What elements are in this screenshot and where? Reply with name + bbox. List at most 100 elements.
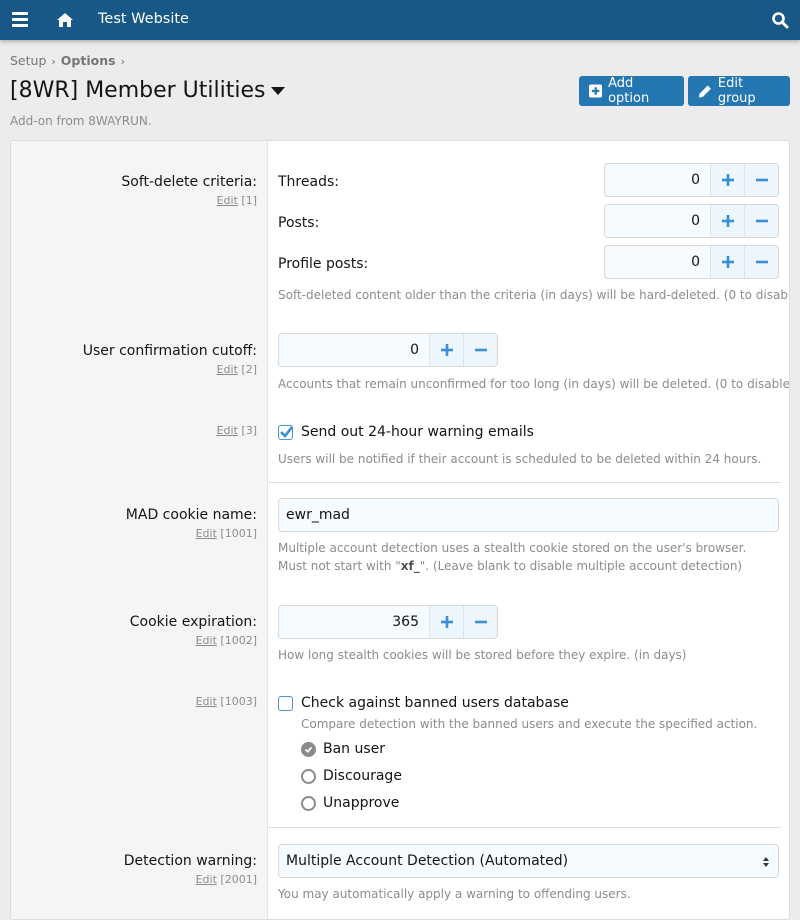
radio-ban-user[interactable]: Ban user <box>301 741 385 757</box>
minus-icon <box>755 260 768 264</box>
search-icon[interactable] <box>771 11 789 29</box>
posts-label: Posts: <box>278 215 320 231</box>
user-confirmation-stepper[interactable]: 0 <box>278 333 498 367</box>
warning-emails-checkbox-row[interactable]: Send out 24-hour warning emails <box>278 424 534 440</box>
plus-icon <box>440 616 453 628</box>
decrement-button[interactable] <box>744 205 778 237</box>
selected-value: Multiple Account Detection (Automated) <box>286 853 569 869</box>
user-confirmation-cutoff-label: User confirmation cutoff: <box>82 343 257 359</box>
display-order: [1003] <box>220 695 257 708</box>
minus-icon <box>474 620 487 624</box>
hint-bold: xf_ <box>400 559 420 573</box>
hint-line: Must not start with "xf_". (Leave blank … <box>278 557 746 575</box>
page-subtitle: Add-on from 8WAYRUN. <box>10 114 152 128</box>
display-order: [2001] <box>220 873 257 886</box>
plus-icon <box>721 174 734 186</box>
radio-discourage[interactable]: Discourage <box>301 768 402 784</box>
decrement-button[interactable] <box>463 334 497 366</box>
edit-link[interactable]: Edit <box>217 424 238 437</box>
caret-down-icon[interactable] <box>271 87 286 95</box>
warning-emails-edit: Edit [3] <box>217 424 257 437</box>
mad-cookie-name-hint: Multiple account detection uses a stealt… <box>278 539 746 575</box>
warning-emails-checkbox[interactable] <box>278 424 293 440</box>
minus-icon <box>474 348 487 352</box>
cookie-expiration-label: Cookie expiration: <box>129 614 257 630</box>
display-order: [1002] <box>220 634 257 647</box>
site-title[interactable]: Test Website <box>98 11 189 27</box>
mad-cookie-name-input[interactable]: ewr_mad <box>278 498 779 532</box>
minus-icon <box>755 219 768 223</box>
profile-posts-stepper[interactable]: 0 <box>604 245 779 279</box>
edit-link[interactable]: Edit <box>196 695 217 708</box>
radio-label: Unapprove <box>323 795 400 811</box>
top-navigation-bar: Test Website <box>0 0 800 40</box>
cookie-expiration-hint: How long stealth cookies will be stored … <box>278 648 687 662</box>
edit-group-label: Edit group <box>717 76 756 106</box>
checkmark-icon <box>304 746 313 753</box>
posts-input[interactable]: 0 <box>605 205 710 237</box>
checkmark-icon <box>280 425 293 438</box>
decrement-button[interactable] <box>744 246 778 278</box>
cookie-expiration-input[interactable]: 365 <box>279 606 429 638</box>
detection-warning-hint: You may automatically apply a warning to… <box>278 887 631 901</box>
threads-stepper[interactable]: 0 <box>604 163 779 197</box>
radio-unselected-icon[interactable] <box>301 768 316 784</box>
decrement-button[interactable] <box>463 606 497 638</box>
increment-button[interactable] <box>429 334 463 366</box>
threads-input[interactable]: 0 <box>605 164 710 196</box>
banned-check-checkbox-row[interactable]: Check against banned users database <box>278 695 569 711</box>
home-icon[interactable] <box>56 11 74 29</box>
detection-warning-select[interactable]: Multiple Account Detection (Automated) <box>278 844 779 878</box>
edit-link[interactable]: Edit <box>217 363 238 376</box>
page-title: [8WR] Member Utilities <box>10 78 286 103</box>
plus-icon <box>440 344 453 356</box>
display-order: [1001] <box>220 527 257 540</box>
breadcrumb-setup[interactable]: Setup <box>10 53 46 68</box>
increment-button[interactable] <box>710 205 744 237</box>
increment-button[interactable] <box>710 164 744 196</box>
detection-warning-edit: Edit [2001] <box>196 873 257 886</box>
warning-emails-hint: Users will be notified if their account … <box>278 452 762 466</box>
breadcrumb-separator: › <box>120 55 125 68</box>
edit-link[interactable]: Edit <box>196 527 217 540</box>
decrement-button[interactable] <box>744 164 778 196</box>
radio-selected-icon[interactable] <box>301 741 316 757</box>
edit-link[interactable]: Edit <box>217 194 238 207</box>
threads-label: Threads: <box>278 174 339 190</box>
radio-label: Discourage <box>323 768 402 784</box>
user-confirmation-hint: Accounts that remain unconfirmed for too… <box>278 377 790 391</box>
plus-icon <box>721 256 734 268</box>
edit-link[interactable]: Edit <box>196 634 217 647</box>
options-form: Soft-delete criteria: Edit [1] Threads: … <box>10 140 790 920</box>
banned-check-label: Check against banned users database <box>301 695 569 711</box>
user-confirmation-input[interactable]: 0 <box>279 334 429 366</box>
radio-unapprove[interactable]: Unapprove <box>301 795 399 811</box>
minus-icon <box>755 178 768 182</box>
hint-text: ". (Leave blank to disable multiple acco… <box>419 559 743 573</box>
radio-unselected-icon[interactable] <box>301 795 316 811</box>
breadcrumb: Setup › Options › <box>10 53 130 68</box>
posts-stepper[interactable]: 0 <box>604 204 779 238</box>
warning-emails-label: Send out 24-hour warning emails <box>301 424 534 440</box>
soft-delete-criteria-label: Soft-delete criteria: <box>121 174 257 190</box>
cookie-expiration-stepper[interactable]: 365 <box>278 605 498 639</box>
increment-button[interactable] <box>429 606 463 638</box>
breadcrumb-separator: › <box>51 55 56 68</box>
plus-icon <box>721 215 734 227</box>
hint-line: Multiple account detection uses a stealt… <box>278 541 747 555</box>
page-title-text: [8WR] Member Utilities <box>10 78 266 103</box>
soft-delete-hint: Soft-deleted content older than the crit… <box>278 288 790 302</box>
add-option-button[interactable]: Add option <box>579 76 684 106</box>
plus-square-icon <box>589 84 603 98</box>
increment-button[interactable] <box>710 246 744 278</box>
profile-posts-input[interactable]: 0 <box>605 246 710 278</box>
mad-cookie-name-edit: Edit [1001] <box>196 527 257 540</box>
select-arrows-icon <box>763 857 769 867</box>
breadcrumb-options[interactable]: Options <box>61 53 116 68</box>
edit-group-button[interactable]: Edit group <box>688 76 790 106</box>
hamburger-menu-icon[interactable] <box>12 12 28 28</box>
section-divider <box>269 482 781 483</box>
edit-link[interactable]: Edit <box>196 873 217 886</box>
hint-text: Must not start with " <box>278 559 401 573</box>
banned-check-checkbox[interactable] <box>278 695 293 711</box>
